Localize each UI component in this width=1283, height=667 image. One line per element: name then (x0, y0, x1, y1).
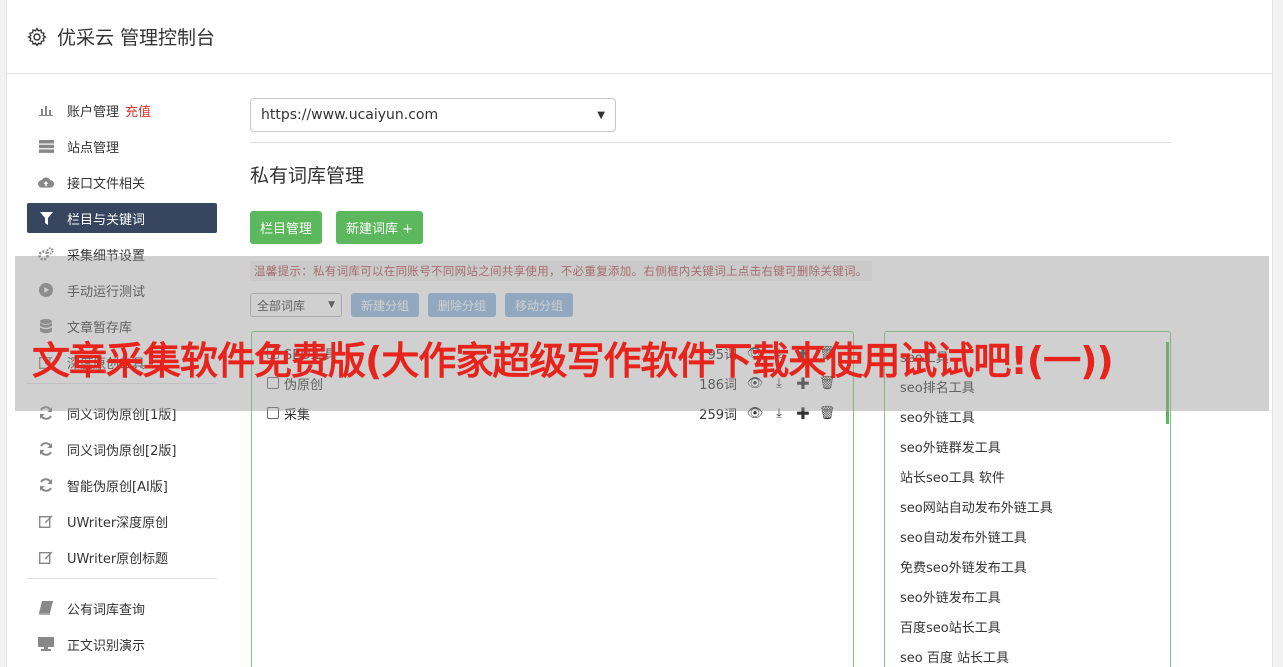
sidebar-item-collect-settings[interactable]: 采集细节设置 (27, 239, 217, 269)
bar-chart-icon (38, 102, 54, 118)
sidebar-item-label: 接口文件相关 (67, 176, 146, 192)
sidebar-item-uwriter-deep[interactable]: UWriter深度原创 (27, 506, 217, 536)
edit-icon (38, 549, 54, 565)
sidebar-item-ai-rewrite[interactable]: 智能伪原创[AI版] (27, 470, 217, 500)
group-controls: 全部词库 ▼ 新建分组 删除分组 移动分组 (250, 293, 1171, 317)
sidebar-item-label: 站点管理 (67, 140, 120, 156)
book-icon (38, 600, 54, 616)
sidebar-item-interface[interactable]: 接口文件相关 (27, 167, 217, 197)
refresh-icon (38, 405, 54, 421)
sidebar-item-label: 同义词伪原创[1版] (67, 407, 177, 423)
list-item: 采集 259词 👁 ⤓ ✚ 🗑 (252, 398, 853, 428)
library-filter-select[interactable]: 全部词库 ▼ (250, 293, 342, 317)
keyword-item[interactable]: seo外链群发工具 (885, 431, 1170, 461)
play-circle-icon (38, 282, 54, 298)
move-group-button[interactable]: 移动分组 (505, 293, 574, 317)
sidebar-divider (27, 578, 217, 579)
library-filter-value: 全部词库 (257, 298, 306, 313)
new-group-button[interactable]: 新建分组 (351, 293, 420, 317)
category-manage-button[interactable]: 栏目管理 (250, 211, 323, 244)
sidebar-item-label: 采集细节设置 (67, 248, 146, 264)
trash-icon[interactable]: 🗑 (819, 405, 836, 421)
chevron-down-icon: ▼ (328, 300, 335, 310)
eye-icon[interactable]: 👁 (747, 405, 764, 421)
library-actions: 👁 ⤓ ✚ 🗑 (739, 404, 836, 423)
sidebar-item-account[interactable]: 账户管理 充值 (27, 95, 217, 125)
sidebar-item-label: 栏目与关键词 (67, 212, 146, 228)
keyword-item[interactable]: seo 百度 站长工具 (885, 641, 1170, 667)
sidebar-item-label: 文章暂存库 (67, 320, 133, 336)
sidebar-item-label: UWriter深度原创 (67, 515, 169, 531)
sidebar-item-label: 正文识别演示 (67, 638, 146, 654)
cogs-icon (38, 246, 54, 262)
plus-icon[interactable]: ✚ (795, 404, 811, 423)
filter-icon (38, 210, 54, 226)
page-title: 优采云 管理控制台 (57, 27, 216, 49)
divider (250, 142, 1171, 143)
sidebar-item-columns-keywords[interactable]: 栏目与关键词 (27, 203, 217, 233)
sidebar-item-text-recognition[interactable]: 正文识别演示 (27, 629, 217, 659)
cloud-upload-icon (38, 174, 54, 190)
sidebar-item-label: UWriter原创标题 (67, 551, 169, 567)
sidebar-item-label: 账户管理 (67, 104, 120, 120)
database-icon (38, 318, 54, 334)
sidebar-item-sites[interactable]: 站点管理 (27, 131, 217, 161)
overlay-title: 文章采集软件免费版(大作家超级写作软件下载来使用试试吧!(一)) (32, 339, 1114, 383)
tip-text: 温馨提示：私有词库可以在同账号不同网站之间共享使用，不必重复添加。右侧框内关键词… (250, 261, 872, 281)
sidebar-item-manual-test[interactable]: 手动运行测试 (27, 275, 217, 305)
main-content: https://www.ucaiyun.com ▼ 私有词库管理 栏目管理 新建… (250, 98, 1171, 667)
monitor-icon (38, 636, 54, 652)
keyword-item[interactable]: 免费seo外链发布工具 (885, 551, 1170, 581)
library-count: 259词 (699, 407, 737, 423)
refresh-icon (38, 477, 54, 493)
sidebar-item-label: 同义词伪原创[2版] (67, 443, 177, 459)
library-name[interactable]: 采集 (284, 404, 310, 423)
keyword-item[interactable]: seo自动发布外链工具 (885, 521, 1170, 551)
new-library-button[interactable]: 新建词库 + (336, 211, 424, 244)
site-select[interactable]: https://www.ucaiyun.com ▼ (250, 98, 616, 132)
edit-icon (38, 513, 54, 529)
action-buttons: 栏目管理 新建词库 + (250, 211, 1171, 244)
sidebar-item-label: 公有词库查询 (67, 602, 146, 618)
keyword-item[interactable]: 百度seo站长工具 (885, 611, 1170, 641)
server-icon (38, 138, 54, 154)
site-select-value: https://www.ucaiyun.com (261, 107, 439, 123)
section-title: 私有词库管理 (250, 165, 365, 187)
sidebar-item-public-library[interactable]: 公有词库查询 (27, 593, 217, 623)
recharge-link[interactable]: 充值 (125, 101, 151, 120)
gear-icon (27, 26, 47, 47)
sidebar-item-label: 智能伪原创[AI版] (67, 479, 168, 495)
keyword-item[interactable]: seo外链工具 (885, 401, 1170, 431)
sidebar-item-synonym-v1[interactable]: 同义词伪原创[1版] (27, 398, 217, 428)
keyword-item[interactable]: seo网站自动发布外链工具 (885, 491, 1170, 521)
library-checkbox[interactable] (267, 407, 279, 419)
sidebar-item-synonym-v2[interactable]: 同义词伪原创[2版] (27, 434, 217, 464)
keyword-item[interactable]: seo外链发布工具 (885, 581, 1170, 611)
chevron-down-icon: ▼ (597, 109, 605, 121)
download-icon[interactable]: ⤓ (771, 405, 787, 421)
delete-group-button[interactable]: 删除分组 (428, 293, 497, 317)
keyword-item[interactable]: 站长seo工具 软件 (885, 461, 1170, 491)
sidebar-item-label: 手动运行测试 (67, 284, 146, 300)
header: 优采云 管理控制台 (7, 0, 1272, 74)
app-window: 优采云 管理控制台 账户管理 充值 站点管理 接口文件相关 栏目与关键词 采集细… (6, 0, 1273, 667)
sidebar-item-uwriter-title[interactable]: UWriter原创标题 (27, 542, 217, 572)
refresh-icon (38, 441, 54, 457)
